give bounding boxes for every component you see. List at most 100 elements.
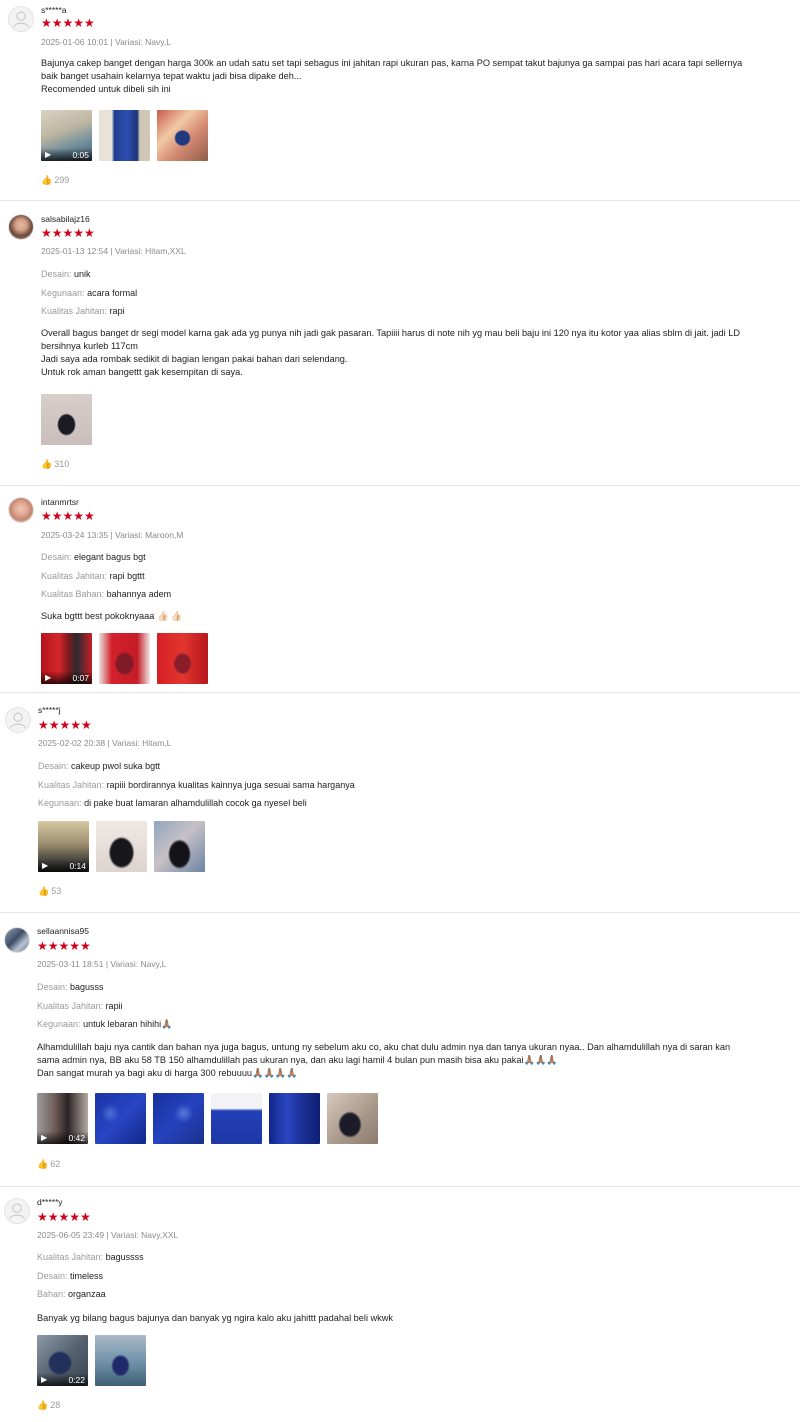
attribute-key: Kegunaan: <box>41 288 85 298</box>
review-attribute: Kualitas Bahan: bahannya adem <box>41 589 171 599</box>
avatar[interactable] <box>8 214 34 240</box>
avatar[interactable] <box>8 497 34 523</box>
review-body-line: Bajunya cakep banget dengan harga 300k a… <box>41 58 743 68</box>
review-body-line: Untuk rok aman bangettt gak kesempitan d… <box>41 367 243 377</box>
username[interactable]: salsabilajz16 <box>41 214 90 224</box>
review-photo-thumbnail[interactable] <box>41 394 92 445</box>
avatar[interactable] <box>8 6 34 32</box>
attribute-value: rapi <box>109 306 125 316</box>
review-video-thumbnail[interactable]: ▶ 0:05 <box>41 110 92 161</box>
review-body-line: Recomended untuk dibeli sih ini <box>41 84 171 94</box>
review-photo-thumbnail[interactable] <box>96 821 147 872</box>
review-photo-thumbnail[interactable] <box>99 633 150 684</box>
thumbs-up-icon: 👍 <box>38 886 50 896</box>
video-overlay: ▶ 0:07 <box>41 671 92 684</box>
review-attribute: Kualitas Jahitan: rapi bgttt <box>41 571 145 581</box>
review-photo-thumbnail[interactable] <box>211 1093 262 1144</box>
like-count-value: 310 <box>54 459 70 469</box>
attribute-value: timeless <box>70 1271 104 1281</box>
review-photo-thumbnail[interactable] <box>99 110 150 161</box>
thumbs-up-icon: 👍 <box>37 1400 49 1410</box>
video-duration: 0:05 <box>72 150 89 160</box>
review-item: intanmrtsr ★★★★★ 2025-03-24 13:35 | Vari… <box>0 486 800 692</box>
review-body-line: Suka bgttt best pokoknyaaa 👍🏻 👍🏻 <box>41 611 183 621</box>
attribute-key: Kualitas Jahitan: <box>41 571 108 581</box>
like-count[interactable]: 👍 299 <box>41 175 69 186</box>
like-count-value: 299 <box>54 175 70 185</box>
video-overlay: ▶ 0:05 <box>41 148 92 161</box>
attribute-key: Desain: <box>37 1271 68 1281</box>
attribute-key: Desain: <box>41 269 72 279</box>
attribute-value: elegant bagus bgt <box>74 552 146 562</box>
attribute-value: rapii <box>105 1001 123 1011</box>
avatar[interactable] <box>4 1198 30 1224</box>
review-photo-thumbnail[interactable] <box>157 110 208 161</box>
username[interactable]: intanmrtsr <box>41 497 79 507</box>
like-count[interactable]: 👍 62 <box>37 1159 60 1170</box>
attribute-value: rapi bgttt <box>109 571 145 581</box>
avatar[interactable] <box>4 927 30 953</box>
review-item: s*****a ★★★★★ 2025-01-06 10:01 | Variasi… <box>0 0 800 200</box>
attribute-key: Desain: <box>37 982 68 992</box>
review-photo-thumbnail[interactable] <box>157 633 208 684</box>
avatar[interactable] <box>5 707 31 733</box>
review-meta: 2025-01-13 12:54 | Variasi: Hitam,XXL <box>41 246 186 256</box>
like-count-value: 28 <box>50 1400 61 1410</box>
attribute-value: bagussss <box>105 1252 144 1262</box>
review-video-thumbnail[interactable]: ▶ 0:22 <box>37 1335 88 1386</box>
review-body-line: bersihnya kurleb 117cm <box>41 341 138 351</box>
username[interactable]: s*****a <box>41 5 67 15</box>
review-video-thumbnail[interactable]: ▶ 0:07 <box>41 633 92 684</box>
review-attribute: Desain: cakeup pwol suka bgtt <box>38 761 160 771</box>
review-body-line: Alhamdulillah baju nya cantik dan bahan … <box>37 1042 731 1052</box>
like-count[interactable]: 👍 28 <box>37 1400 60 1411</box>
review-attribute: Desain: bagusss <box>37 982 104 992</box>
review-attribute: Kegunaan: untuk lebaran hihihi🙏🏽 <box>37 1019 172 1030</box>
star-rating: ★★★★★ <box>41 509 95 523</box>
video-camera-icon: ▶ <box>45 673 52 682</box>
review-video-thumbnail[interactable]: ▶ 0:42 <box>37 1093 88 1144</box>
username[interactable]: sellaannisa95 <box>37 926 89 936</box>
review-photo-thumbnail[interactable] <box>153 1093 204 1144</box>
like-count[interactable]: 👍 53 <box>38 886 61 897</box>
review-body-line: Dan sangat murah ya bagi aku di harga 30… <box>37 1068 298 1078</box>
like-count-value: 62 <box>50 1159 61 1169</box>
review-item: d*****y ★★★★★ 2025-06-05 23:49 | Variasi… <box>0 1187 800 1422</box>
review-photo-thumbnail[interactable] <box>95 1093 146 1144</box>
video-duration: 0:42 <box>68 1133 85 1143</box>
review-photo-thumbnail[interactable] <box>154 821 205 872</box>
attribute-value: bahannya adem <box>106 589 172 599</box>
default-user-icon <box>6 708 30 732</box>
review-attribute: Kualitas Jahitan: rapi <box>41 306 125 316</box>
review-body-line: baik banget usahain kelarnya tepat waktu… <box>41 71 302 81</box>
review-attribute: Desain: unik <box>41 269 91 279</box>
review-photo-thumbnail[interactable] <box>327 1093 378 1144</box>
video-duration: 0:14 <box>69 861 86 871</box>
username[interactable]: s*****j <box>38 705 61 715</box>
review-photo-thumbnail[interactable] <box>95 1335 146 1386</box>
like-count-value: 53 <box>51 886 62 896</box>
review-body: Alhamdulillah baju nya cantik dan bahan … <box>37 1041 792 1080</box>
video-overlay: ▶ 0:22 <box>37 1373 88 1386</box>
like-count[interactable]: 👍 310 <box>41 459 69 470</box>
review-attribute: Kegunaan: acara formal <box>41 288 137 298</box>
review-attribute: Kualitas Jahitan: rapiii bordirannya kua… <box>38 780 355 790</box>
review-body-line: sama admin nya, BB aku 58 TB 150 alhamdu… <box>37 1055 558 1065</box>
thumbs-up-icon: 👍 <box>37 1159 49 1169</box>
review-photo-thumbnail[interactable] <box>269 1093 320 1144</box>
review-item: sellaannisa95 ★★★★★ 2025-03-11 18:51 | V… <box>0 913 800 1186</box>
video-camera-icon: ▶ <box>41 1375 48 1384</box>
attribute-key: Kualitas Bahan: <box>41 589 105 599</box>
attribute-value: unik <box>74 269 91 279</box>
username[interactable]: d*****y <box>37 1197 63 1207</box>
review-body: Banyak yg bilang bagus bajunya dan banya… <box>37 1312 787 1325</box>
default-user-icon <box>5 1199 29 1223</box>
attribute-key: Kegunaan: <box>37 1019 81 1029</box>
attribute-key: Bahan: <box>37 1289 66 1299</box>
review-video-thumbnail[interactable]: ▶ 0:14 <box>38 821 89 872</box>
attribute-key: Desain: <box>41 552 72 562</box>
star-rating: ★★★★★ <box>38 718 92 732</box>
thumbs-up-icon: 👍 <box>41 459 53 469</box>
review-body: Suka bgttt best pokoknyaaa 👍🏻 👍🏻 <box>41 610 791 623</box>
video-camera-icon: ▶ <box>42 861 49 870</box>
